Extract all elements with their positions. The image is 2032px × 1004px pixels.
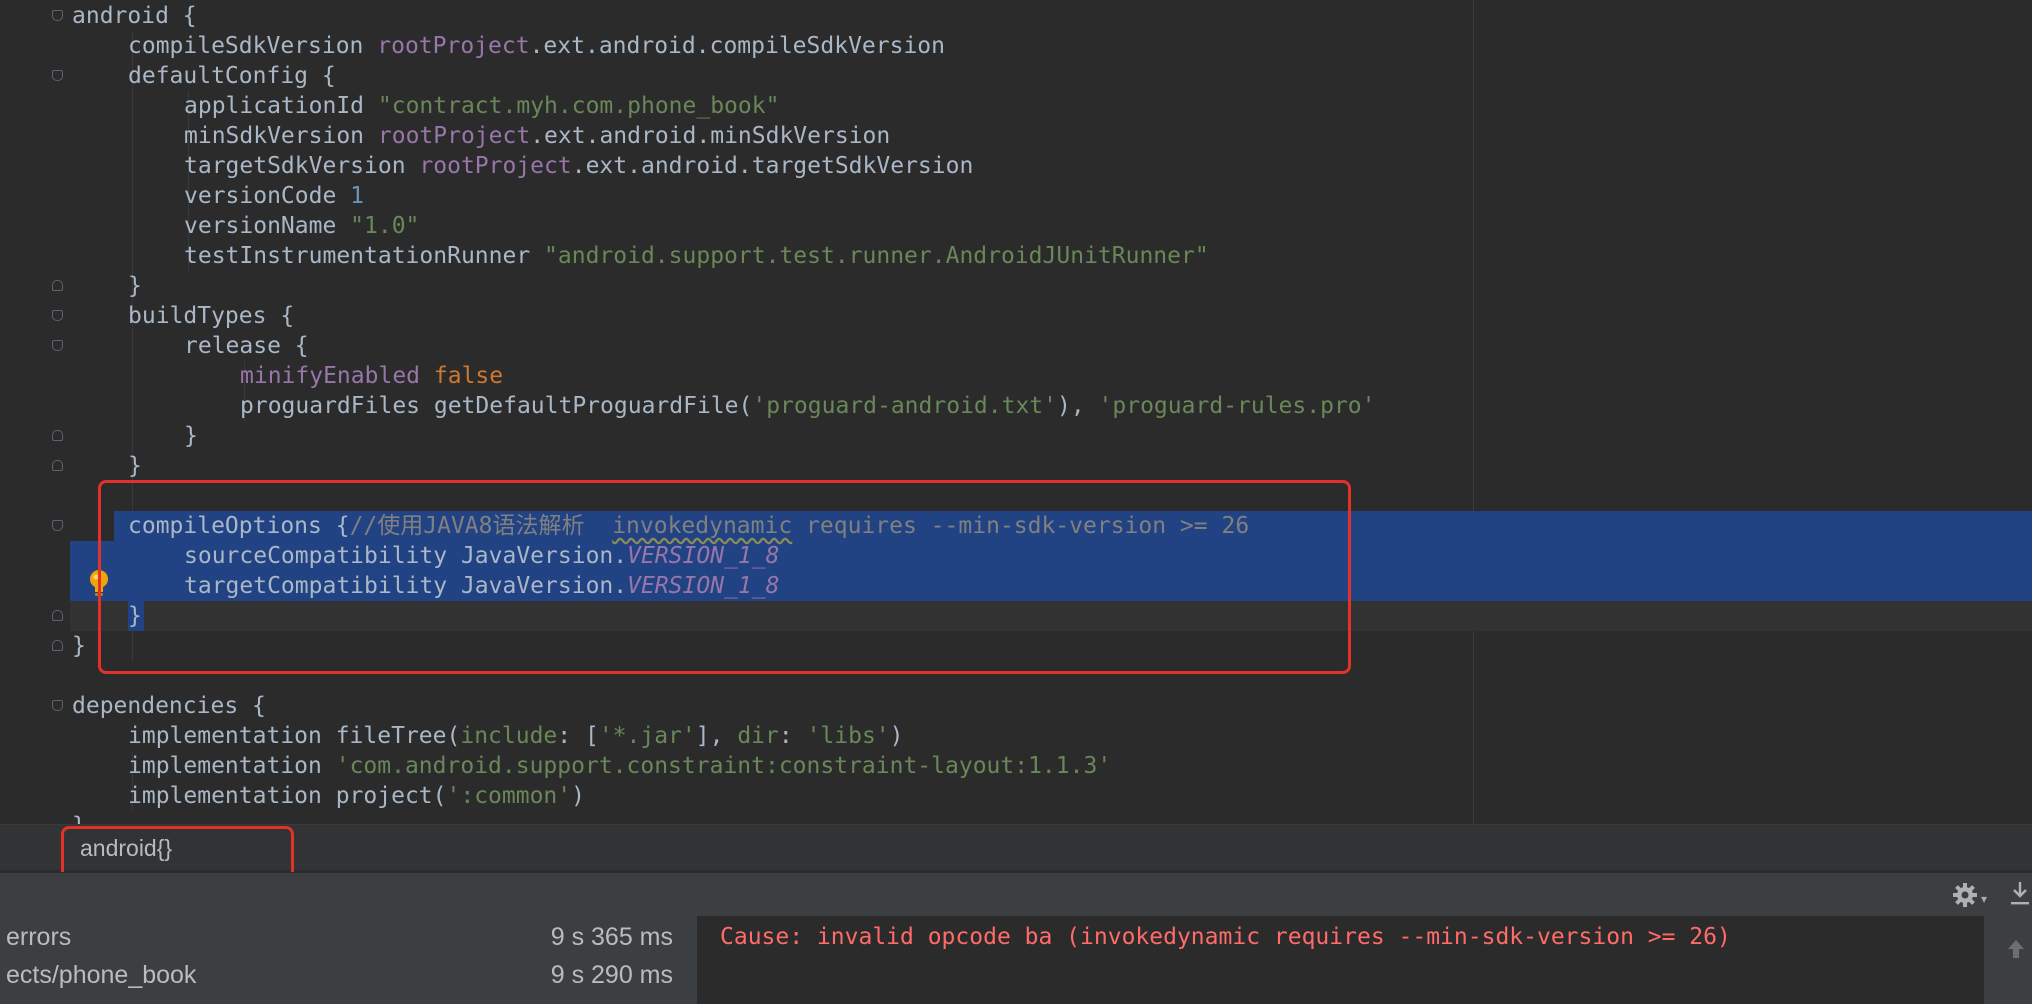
code-token: minifyEnabled xyxy=(240,363,434,389)
download-icon[interactable] xyxy=(2008,880,2032,908)
fold-marker-icon[interactable] xyxy=(52,310,63,321)
fold-marker-icon[interactable] xyxy=(52,430,63,441)
code-line[interactable]: versionCode 1 xyxy=(184,181,364,211)
code-token: release { xyxy=(184,333,309,359)
right-margin-guide xyxy=(1473,0,1474,824)
code-token: : xyxy=(778,723,807,749)
fold-marker-icon[interactable] xyxy=(52,520,63,531)
code-token: dependencies { xyxy=(72,693,266,719)
highlight-box-compile-options xyxy=(98,480,1351,674)
chevron-down-icon[interactable]: ▾ xyxy=(1981,892,1987,906)
build-results-tree[interactable]: errors 9 s 365 ms ects/phone_book 9 s 290 m… xyxy=(0,916,698,1004)
code-token: ) xyxy=(571,783,585,809)
code-line[interactable]: implementation project(':common') xyxy=(128,781,585,811)
code-line[interactable]: } xyxy=(128,451,142,481)
fold-marker-icon[interactable] xyxy=(52,340,63,351)
fold-marker-icon[interactable] xyxy=(52,700,63,711)
fold-marker-icon[interactable] xyxy=(52,610,63,621)
code-line[interactable]: minifyEnabled false xyxy=(240,361,503,391)
build-tree-row-name: errors xyxy=(6,923,72,951)
code-token: rootProject xyxy=(377,33,530,59)
build-tree-row-name: ects/phone_book xyxy=(6,961,197,989)
fold-marker-icon[interactable] xyxy=(52,460,63,471)
code-token: versionCode xyxy=(184,183,351,209)
code-line[interactable]: versionName "1.0" xyxy=(184,211,419,241)
code-token: implementation fileTree( xyxy=(128,723,461,749)
code-token: ), xyxy=(1057,393,1099,419)
code-token: buildTypes { xyxy=(128,303,295,329)
arrow-up-icon[interactable] xyxy=(2006,938,2026,960)
code-line[interactable]: } xyxy=(128,271,142,301)
code-token: .ext.android.minSdkVersion xyxy=(530,123,891,149)
code-editor[interactable]: android {compileSdkVersion rootProject.e… xyxy=(0,0,2032,824)
code-token: "1.0" xyxy=(350,213,420,239)
code-line[interactable]: release { xyxy=(184,331,309,361)
code-token: testInstrumentationRunner xyxy=(184,243,545,269)
code-token: rootProject xyxy=(419,153,572,179)
build-tree-row-time: 9 s 365 ms xyxy=(550,923,673,951)
build-tree-row-time: 9 s 290 ms xyxy=(550,961,673,989)
code-token: } xyxy=(184,423,198,449)
fold-marker-icon[interactable] xyxy=(52,10,63,21)
code-token: proguardFiles getDefaultProguardFile( xyxy=(240,393,753,419)
code-line[interactable]: targetSdkVersion rootProject.ext.android… xyxy=(184,151,973,181)
code-token: } xyxy=(128,273,142,299)
code-token: applicationId xyxy=(184,93,378,119)
console-error-line: Cause: invalid opcode ba (invokedynamic … xyxy=(720,924,1731,950)
code-line[interactable]: compileSdkVersion rootProject.ext.androi… xyxy=(128,31,945,61)
code-token: } xyxy=(72,813,86,824)
code-token: 'proguard-android.txt' xyxy=(752,393,1057,419)
code-token: "android.support.test.runner.AndroidJUni… xyxy=(544,243,1209,269)
code-token: defaultConfig { xyxy=(128,63,336,89)
build-tool-window-header xyxy=(0,872,2032,916)
breadcrumb-bar: android{} xyxy=(0,824,2032,870)
code-token: } xyxy=(72,633,86,659)
code-line[interactable]: android { xyxy=(72,1,197,31)
code-token: rootProject xyxy=(377,123,531,149)
code-token: '*.jar' xyxy=(598,723,696,749)
code-line[interactable]: } xyxy=(72,631,86,661)
code-token: ) xyxy=(889,723,904,749)
code-token: 'proguard-rules.pro' xyxy=(1098,393,1376,419)
code-line[interactable]: testInstrumentationRunner "android.suppo… xyxy=(184,241,1209,271)
code-line[interactable]: applicationId "contract.myh.com.phone_bo… xyxy=(184,91,779,121)
build-tree-row[interactable]: errors 9 s 365 ms xyxy=(0,918,697,956)
console-side-toolbar xyxy=(1984,916,2032,1004)
code-line[interactable]: } xyxy=(72,811,86,824)
gear-icon[interactable] xyxy=(1952,882,1978,908)
fold-marker-icon[interactable] xyxy=(52,640,63,651)
code-token: .ext.android.targetSdkVersion xyxy=(571,153,974,179)
code-line[interactable]: minSdkVersion rootProject.ext.android.mi… xyxy=(184,121,890,151)
code-token: versionName xyxy=(184,213,351,239)
code-line[interactable]: } xyxy=(184,421,198,451)
fold-marker-icon[interactable] xyxy=(52,280,63,291)
code-token: false xyxy=(433,363,504,389)
code-token: ], xyxy=(695,723,738,749)
code-token: ':common' xyxy=(446,783,572,809)
code-line[interactable]: defaultConfig { xyxy=(128,61,336,91)
code-token: implementation xyxy=(128,753,336,779)
code-token: 1 xyxy=(350,183,365,209)
code-line[interactable]: proguardFiles getDefaultProguardFile('pr… xyxy=(240,391,1376,421)
code-line[interactable]: buildTypes { xyxy=(128,301,294,331)
code-token: } xyxy=(128,453,142,479)
code-token: dir xyxy=(737,723,779,749)
code-token: android { xyxy=(72,3,197,29)
code-token: .ext.android.compileSdkVersion xyxy=(529,33,945,59)
code-token: implementation project( xyxy=(128,783,447,809)
build-console-output[interactable]: Cause: invalid opcode ba (invokedynamic … xyxy=(698,916,1980,1004)
code-token: 'libs' xyxy=(806,723,890,749)
code-line[interactable]: implementation fileTree(include: ['*.jar… xyxy=(128,721,904,751)
code-token: include xyxy=(460,723,558,749)
code-line[interactable]: implementation 'com.android.support.cons… xyxy=(128,751,1111,781)
code-token: minSdkVersion xyxy=(184,123,378,149)
code-token: : [ xyxy=(557,723,599,749)
build-tree-row[interactable]: ects/phone_book 9 s 290 ms xyxy=(0,956,697,994)
code-token: 'com.android.support.constraint:constrai… xyxy=(335,753,1112,779)
code-token: compileSdkVersion xyxy=(128,33,378,59)
fold-marker-icon[interactable] xyxy=(52,70,63,81)
code-token: "contract.myh.com.phone_book" xyxy=(377,93,780,119)
code-line[interactable]: dependencies { xyxy=(72,691,266,721)
code-token: targetSdkVersion xyxy=(184,153,420,179)
